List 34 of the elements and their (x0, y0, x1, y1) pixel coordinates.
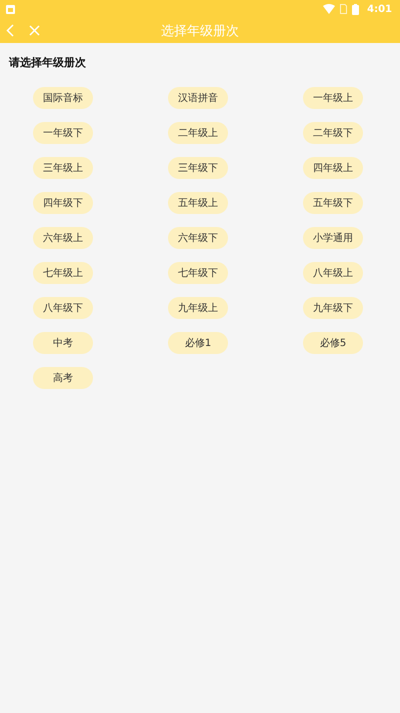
grade-chip[interactable]: 必修1 (168, 332, 228, 354)
grade-chip[interactable]: 汉语拼音 (168, 87, 228, 109)
battery-icon (352, 4, 360, 14)
grade-chip[interactable]: 二年级上 (168, 122, 228, 144)
grade-chip[interactable]: 七年级上 (33, 262, 93, 284)
grade-chip[interactable]: 必修5 (303, 332, 363, 354)
grade-chip[interactable]: 五年级下 (303, 192, 363, 214)
grade-chip[interactable]: 一年级下 (33, 122, 93, 144)
grade-chip[interactable]: 四年级下 (33, 192, 93, 214)
grade-chip[interactable]: 七年级下 (168, 262, 228, 284)
grade-chip[interactable]: 三年级下 (168, 157, 228, 179)
grade-chip[interactable]: 一年级上 (303, 87, 363, 109)
grade-chip[interactable]: 八年级下 (33, 297, 93, 319)
grade-chip[interactable]: 四年级上 (303, 157, 363, 179)
grade-chip[interactable]: 国际音标 (33, 87, 93, 109)
grade-chip[interactable]: 小学通用 (303, 227, 363, 249)
grade-chip[interactable]: 六年级上 (33, 227, 93, 249)
section-heading: 请选择年级册次 (8, 55, 87, 70)
grade-chip[interactable]: 八年级上 (303, 262, 363, 284)
wifi-icon (323, 4, 336, 14)
grade-chip[interactable]: 五年级上 (168, 192, 228, 214)
grade-chip[interactable]: 高考 (33, 367, 93, 389)
close-icon[interactable] (29, 25, 40, 36)
grade-chip[interactable]: 九年级下 (303, 297, 363, 319)
status-time: 4:01 (367, 4, 392, 14)
app-bar-title: 选择年级册次 (161, 22, 239, 40)
grade-chip[interactable]: 九年级上 (168, 297, 228, 319)
grade-chip[interactable]: 二年级下 (303, 122, 363, 144)
grade-chip[interactable]: 六年级下 (168, 227, 228, 249)
grade-chip[interactable]: 中考 (33, 332, 93, 354)
sim-icon (340, 4, 348, 14)
back-icon[interactable] (6, 24, 14, 37)
grade-chip[interactable]: 三年级上 (33, 157, 93, 179)
notification-icon (6, 4, 15, 14)
